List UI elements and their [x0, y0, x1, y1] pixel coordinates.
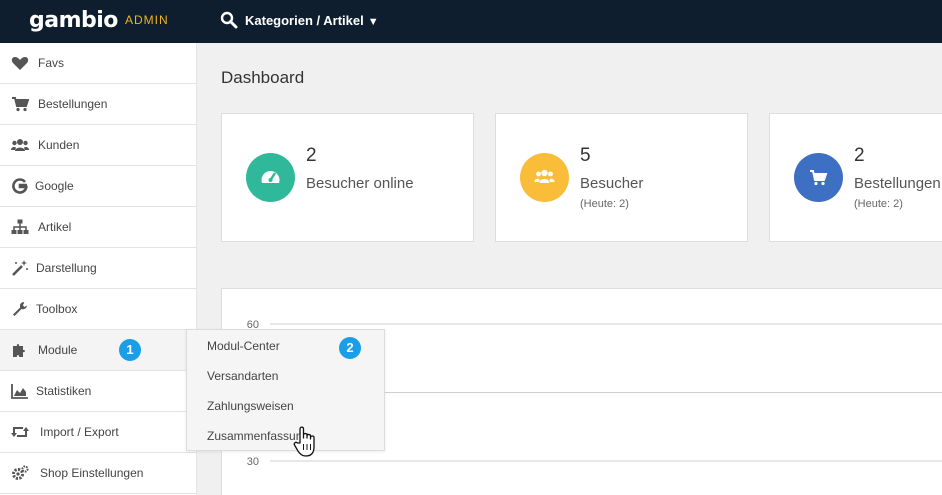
submenu-item-modul-center[interactable]: Modul-Center: [207, 339, 280, 353]
users-icon: [534, 169, 555, 183]
sidebar-item-statistiken[interactable]: Statistiken: [0, 371, 196, 412]
admin-label: ADMIN: [125, 13, 169, 27]
card-icon-circle: [794, 153, 843, 202]
sidebar-item-favs[interactable]: Favs: [0, 43, 196, 84]
stat-card-orders[interactable]: 2 Bestellungen (Heute: 2): [769, 113, 942, 242]
sidebar-item-artikel[interactable]: Artikel: [0, 207, 196, 248]
sidebar-item-label: Favs: [38, 56, 65, 70]
retweet-icon: [11, 427, 29, 437]
sidebar-item-label: Kunden: [38, 138, 80, 152]
search-icon[interactable]: [220, 11, 238, 29]
card-value: 2: [306, 145, 317, 166]
sidebar: Favs Bestellungen Kunden Google Artikel …: [0, 43, 197, 495]
stat-card-visitors-online[interactable]: 2 Besucher online: [221, 113, 474, 242]
sidebar-item-toolbox[interactable]: Toolbox: [0, 289, 196, 330]
card-title: Bestellungen: [854, 175, 941, 192]
top-bar: gambio ADMIN Kategorien / Artikel ▼: [0, 0, 942, 43]
cogs-icon: [12, 465, 29, 480]
search-scope-dropdown[interactable]: Kategorien / Artikel ▼: [245, 13, 379, 28]
y-tick-label: 30: [247, 456, 259, 468]
step-badge-1: 1: [119, 339, 141, 361]
submenu-item-versandarten[interactable]: Versandarten: [207, 369, 278, 383]
card-title: Besucher online: [306, 175, 414, 192]
sidebar-item-label: Statistiken: [36, 384, 92, 398]
dashboard-gauge-icon: [261, 171, 280, 183]
step-badge-2: 2: [339, 337, 361, 359]
sidebar-item-kunden[interactable]: Kunden: [0, 125, 196, 166]
sidebar-item-darstellung[interactable]: Darstellung: [0, 248, 196, 289]
chevron-down-icon: ▼: [367, 16, 379, 28]
sidebar-item-google[interactable]: Google: [0, 166, 196, 207]
search-scope-label: Kategorien / Artikel: [245, 13, 364, 28]
gambio-logo[interactable]: gambio: [29, 8, 118, 33]
card-value: 5: [580, 145, 591, 166]
sidebar-item-module[interactable]: Module: [0, 330, 196, 371]
sidebar-item-bestellungen[interactable]: Bestellungen: [0, 84, 196, 125]
cart-icon: [810, 170, 828, 186]
card-title: Besucher: [580, 175, 644, 192]
wrench-icon: [13, 302, 27, 316]
card-icon-circle: [520, 153, 569, 202]
page-title: Dashboard: [221, 68, 305, 87]
puzzle-icon: [13, 344, 25, 357]
sidebar-item-label: Toolbox: [36, 302, 78, 316]
users-icon: [11, 139, 29, 151]
card-subtitle: (Heute: 2): [854, 198, 903, 210]
sidebar-item-label: Module: [38, 343, 78, 357]
card-value: 2: [854, 145, 865, 166]
stat-card-visitors[interactable]: 5 Besucher (Heute: 2): [495, 113, 748, 242]
sidebar-item-label: Darstellung: [36, 261, 97, 275]
sidebar-item-import-export[interactable]: Import / Export: [0, 412, 196, 453]
sidebar-item-shop-einstellungen[interactable]: Shop Einstellungen: [0, 453, 196, 494]
sidebar-item-label: Google: [35, 179, 74, 193]
cart-icon: [12, 97, 29, 112]
card-subtitle: (Heute: 2): [580, 198, 629, 210]
sidebar-item-label: Bestellungen: [38, 97, 108, 111]
magic-wand-icon: [12, 260, 28, 276]
card-icon-circle: [246, 153, 295, 202]
sitemap-icon: [11, 219, 29, 234]
sidebar-item-label: Shop Einstellungen: [40, 466, 144, 480]
submenu-item-zahlungsweisen[interactable]: Zahlungsweisen: [207, 399, 294, 413]
area-chart-icon: [11, 384, 28, 399]
sidebar-item-label: Artikel: [38, 220, 72, 234]
sidebar-item-label: Import / Export: [40, 425, 119, 439]
hand-cursor-icon: [293, 426, 315, 457]
heart-icon: [11, 57, 29, 70]
google-icon: [12, 178, 28, 194]
